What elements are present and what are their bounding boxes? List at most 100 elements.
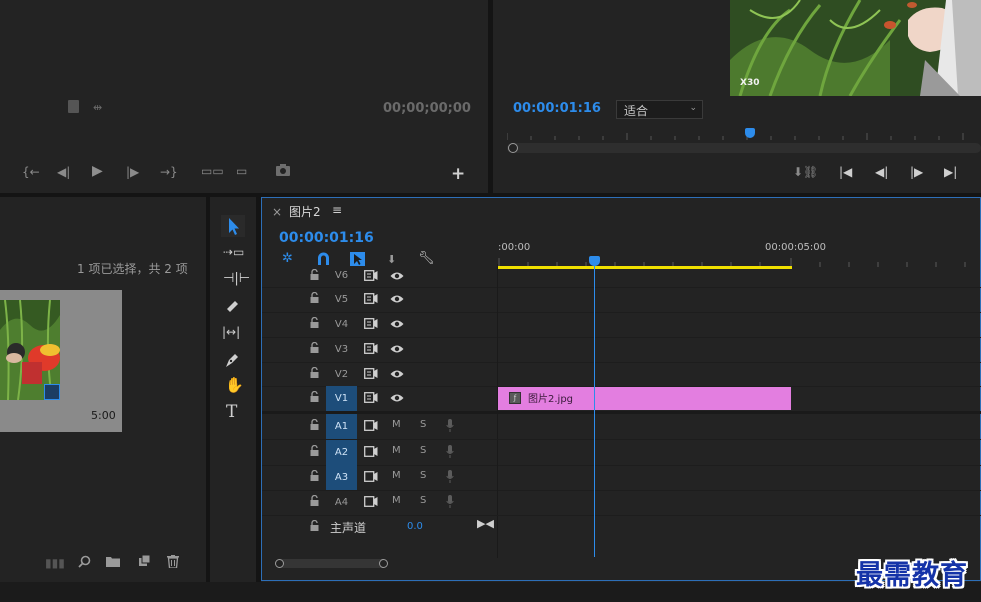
program-zoom-handle[interactable] xyxy=(508,143,518,153)
lock-icon[interactable] xyxy=(310,494,319,509)
timeline-tab-title[interactable]: 图片2 xyxy=(289,203,321,220)
toggle-sync-lock-icon[interactable] xyxy=(364,446,378,460)
track-target-v2[interactable]: V2 xyxy=(326,362,357,386)
lock-icon[interactable] xyxy=(310,418,319,433)
toggle-sync-lock-icon[interactable] xyxy=(364,368,378,382)
toggle-sync-lock-icon[interactable] xyxy=(364,293,378,307)
lock-icon[interactable] xyxy=(310,341,319,356)
timeline-playhead-line[interactable] xyxy=(594,264,595,557)
timeline-zoom-handle-right[interactable] xyxy=(379,559,388,568)
eye-icon[interactable] xyxy=(390,271,404,284)
lock-icon[interactable] xyxy=(310,316,319,331)
eye-icon[interactable] xyxy=(390,294,404,307)
microphone-icon[interactable] xyxy=(446,470,454,486)
track-target-a1[interactable]: A1 xyxy=(326,414,357,439)
lock-icon[interactable] xyxy=(310,291,319,306)
freeform-view-icon[interactable]: ▮▮▮ xyxy=(45,556,65,570)
go-to-in-icon[interactable]: |◀ xyxy=(839,165,852,179)
track-target-v3[interactable]: V3 xyxy=(326,337,357,362)
new-bin-icon[interactable] xyxy=(106,556,120,567)
track-target-v1[interactable]: V1 xyxy=(326,386,357,411)
lock-icon[interactable] xyxy=(310,469,319,484)
track-target-a4[interactable]: A4 xyxy=(326,490,357,515)
track-header: V4 xyxy=(262,312,498,337)
track-target-a2[interactable]: A2 xyxy=(326,440,357,465)
program-zoom-scrollbar[interactable] xyxy=(507,143,981,153)
play-icon[interactable]: ▶ xyxy=(92,164,103,178)
ripple-edit-tool[interactable]: ⊣|⊢ xyxy=(223,272,250,286)
toggle-sync-lock-icon[interactable] xyxy=(364,392,378,406)
new-item-icon[interactable] xyxy=(138,555,150,567)
master-volume-value[interactable]: 0.0 xyxy=(407,521,423,532)
mark-out-icon[interactable]: →} xyxy=(160,165,178,179)
timeline-menu-icon[interactable]: ≡ xyxy=(332,203,342,217)
type-tool[interactable]: T xyxy=(226,404,237,421)
solo-button[interactable]: S xyxy=(420,470,426,481)
toggle-sync-lock-icon[interactable] xyxy=(364,343,378,357)
selection-tool[interactable] xyxy=(221,215,245,237)
eye-icon[interactable] xyxy=(390,344,404,357)
toggle-sync-lock-icon[interactable] xyxy=(364,270,378,284)
program-ruler[interactable] xyxy=(506,129,967,140)
track-target-a3[interactable]: A3 xyxy=(326,465,357,490)
microphone-icon[interactable] xyxy=(446,495,454,511)
source-timecode[interactable]: 00;00;00;00 xyxy=(383,101,471,116)
lock-icon[interactable] xyxy=(310,444,319,459)
razor-tool[interactable] xyxy=(224,298,240,314)
program-playhead[interactable] xyxy=(745,128,755,138)
mute-button[interactable]: M xyxy=(392,445,401,456)
timeline-timecode[interactable]: 00:00:01:16 xyxy=(279,230,374,246)
timeline-tab-close[interactable]: × xyxy=(272,205,282,219)
toggle-sync-lock-icon[interactable] xyxy=(364,496,378,510)
lock-icon[interactable] xyxy=(310,390,319,405)
project-thumbnail-card[interactable]: 5:00 xyxy=(0,290,122,432)
search-icon[interactable] xyxy=(78,555,91,568)
mark-in-icon[interactable]: {← xyxy=(22,165,40,179)
microphone-icon[interactable] xyxy=(446,419,454,435)
add-button-icon[interactable]: + xyxy=(451,164,465,184)
eye-icon[interactable] xyxy=(390,369,404,382)
source-monitor-settings-icon[interactable] xyxy=(68,100,79,113)
track-target-v5[interactable]: V5 xyxy=(326,287,357,312)
overwrite-icon[interactable]: ▭ xyxy=(236,164,247,178)
track-target-v6[interactable]: V6 xyxy=(326,264,357,287)
timeline-zoom-handle-left[interactable] xyxy=(275,559,284,568)
lock-icon[interactable] xyxy=(310,519,319,534)
fit-select[interactable]: 适合 ⌄ xyxy=(616,100,703,119)
add-marker-icon[interactable]: ⬇⛓ xyxy=(793,165,818,179)
solo-button[interactable]: S xyxy=(420,495,426,506)
insert-icon[interactable]: ▭▭ xyxy=(201,164,224,178)
track-select-tool[interactable]: ⇢▭ xyxy=(223,245,244,259)
pen-tool[interactable] xyxy=(225,352,239,368)
toggle-sync-lock-icon[interactable] xyxy=(364,420,378,434)
mute-button[interactable]: M xyxy=(392,419,401,430)
toggle-sync-lock-icon[interactable] xyxy=(364,471,378,485)
go-to-end-icon[interactable]: ▶◀ xyxy=(477,517,494,530)
step-forward-icon[interactable]: |▶ xyxy=(126,165,139,179)
program-timecode[interactable]: 00:00:01:16 xyxy=(513,101,601,116)
slip-tool[interactable]: |↔| xyxy=(222,325,240,339)
trash-icon[interactable] xyxy=(167,555,179,568)
ruler-start-label: :00:00 xyxy=(498,242,531,253)
eye-icon[interactable] xyxy=(390,393,404,406)
step-forward-icon[interactable]: |▶ xyxy=(910,165,923,179)
step-back-icon[interactable]: ◀| xyxy=(57,165,70,179)
go-to-out-icon[interactable]: ▶| xyxy=(944,165,957,179)
eye-icon[interactable] xyxy=(390,319,404,332)
track-target-v4[interactable]: V4 xyxy=(326,312,357,337)
lock-icon[interactable] xyxy=(310,268,319,283)
solo-button[interactable]: S xyxy=(420,445,426,456)
lock-icon[interactable] xyxy=(310,366,319,381)
source-monitor-insert-icon[interactable]: ⇹ xyxy=(93,101,102,114)
hand-tool[interactable]: ✋ xyxy=(225,378,244,393)
step-back-icon[interactable]: ◀| xyxy=(875,165,888,179)
header-separator xyxy=(497,312,498,337)
toggle-sync-lock-icon[interactable] xyxy=(364,318,378,332)
camera-icon[interactable] xyxy=(275,163,291,177)
timeline-zoom-scrollbar[interactable] xyxy=(275,559,387,568)
microphone-icon[interactable] xyxy=(446,445,454,461)
solo-button[interactable]: S xyxy=(420,419,426,430)
mute-button[interactable]: M xyxy=(392,470,401,481)
clip-image-2[interactable]: ƒ 图片2.jpg xyxy=(498,387,791,410)
mute-button[interactable]: M xyxy=(392,495,401,506)
